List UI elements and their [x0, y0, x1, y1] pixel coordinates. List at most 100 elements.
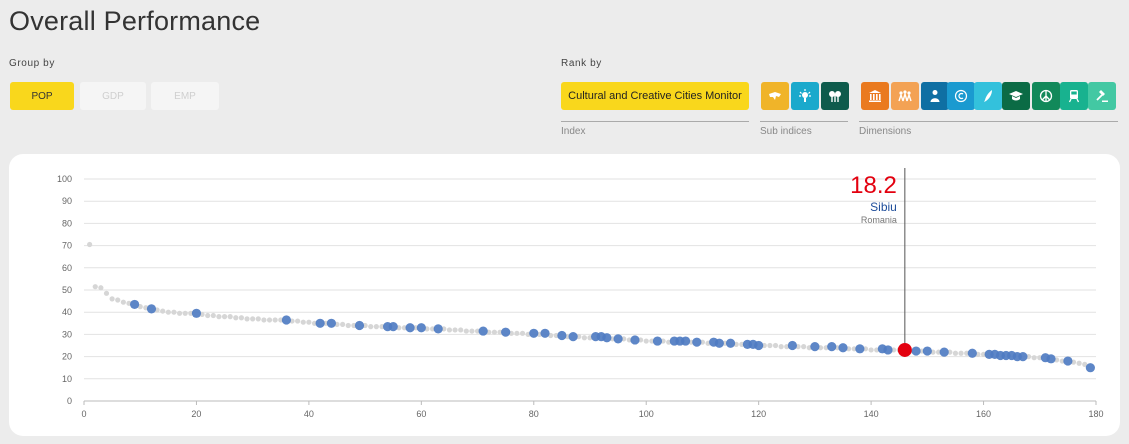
x-tick-label: 40 [304, 409, 314, 419]
background-point [373, 324, 379, 330]
y-tick-label: 20 [62, 352, 72, 362]
x-tick-label: 20 [191, 409, 201, 419]
data-point [568, 332, 578, 342]
background-point [519, 330, 526, 336]
dimension-openness-tolerance-button[interactable] [1032, 82, 1060, 110]
rank-by-label: Rank by [561, 58, 602, 69]
background-point [514, 330, 520, 336]
x-tick-label: 180 [1088, 409, 1103, 419]
y-tick-label: 30 [62, 329, 72, 339]
dimension-creative-jobs-button[interactable] [921, 82, 949, 110]
chart-card: 0 10 20 30 40 50 60 70 80 90 100 0 20 40 60 80 100 120 140… [9, 154, 1120, 436]
background-point [767, 342, 773, 349]
data-point [1085, 363, 1095, 373]
sub-index-cultural-vibrancy-button[interactable] [761, 82, 789, 110]
y-tick-label: 60 [62, 263, 72, 273]
y-tick-label: 0 [67, 396, 72, 406]
data-point [939, 347, 949, 357]
group-emp-button[interactable]: EMP [151, 82, 219, 110]
data-point [405, 323, 415, 333]
sub-indices-label: Sub indices [760, 126, 812, 137]
highlight-point [897, 342, 912, 357]
background-point [581, 335, 587, 341]
background-point [250, 316, 256, 322]
dimensions-label: Dimensions [859, 126, 912, 137]
data-point [529, 328, 539, 338]
index-ccc-monitor-button[interactable]: Cultural and Creative Cities Monitor [561, 82, 749, 110]
background-point [261, 317, 267, 323]
dimension-connectivity-button[interactable] [1060, 82, 1088, 110]
data-point [754, 340, 764, 351]
background-point [160, 308, 166, 314]
background-point [255, 316, 261, 322]
background-point [182, 310, 188, 316]
cultural-vibrancy-icon [769, 92, 781, 100]
cultural-venues-icon [869, 90, 881, 102]
dimension-governance-button[interactable] [1088, 82, 1116, 110]
dimension-intellectual-property-button[interactable] [947, 82, 975, 110]
background-point [458, 327, 464, 333]
data-point [191, 308, 202, 318]
data-point [810, 342, 820, 352]
cultural-participation-icon [898, 90, 912, 102]
data-point [315, 318, 325, 328]
background-point [491, 329, 498, 335]
background-point [210, 312, 216, 319]
background-point [238, 315, 245, 321]
background-point [452, 327, 458, 333]
y-tick-label: 40 [62, 307, 72, 317]
data-point [725, 338, 736, 348]
index-rule [561, 121, 749, 122]
data-point [911, 346, 921, 356]
creative-economy-icon [799, 89, 811, 102]
data-point [1018, 352, 1028, 362]
background-point [868, 347, 874, 353]
background-point [446, 327, 453, 333]
dimension-human-capital-button[interactable] [1002, 82, 1030, 110]
data-point [1046, 354, 1056, 364]
openness-tolerance-icon [1039, 89, 1053, 103]
data-point [326, 318, 336, 328]
data-point [827, 342, 837, 352]
background-point [98, 285, 104, 291]
background-point [165, 309, 171, 315]
data-point [787, 340, 798, 351]
background-point [772, 342, 779, 349]
highlight-country: Romania [860, 215, 897, 225]
highlight-score: 18.2 [850, 172, 897, 199]
data-point [388, 322, 398, 332]
data-point [501, 327, 511, 337]
x-tick-label: 0 [81, 409, 86, 419]
dimension-cultural-participation-button[interactable] [891, 82, 919, 110]
data-point [714, 338, 724, 348]
data-point [478, 326, 488, 336]
background-point [266, 317, 273, 323]
background-point [643, 338, 649, 344]
background-point [120, 299, 126, 305]
y-tick-label: 100 [57, 174, 72, 184]
dimension-new-jobs-button[interactable] [974, 82, 1002, 110]
background-point [216, 314, 222, 320]
data-point [838, 343, 848, 353]
background-point [103, 290, 110, 296]
data-point [130, 299, 140, 310]
x-tick-label: 160 [976, 409, 991, 419]
background-point [958, 350, 964, 356]
y-tick-label: 10 [62, 374, 72, 384]
data-point [855, 344, 865, 354]
data-point [540, 328, 550, 338]
data-point [692, 337, 702, 347]
dimension-cultural-venues-button[interactable] [861, 82, 889, 110]
group-gdp-button[interactable]: GDP [80, 82, 146, 110]
human-capital-icon [1009, 91, 1023, 101]
background-point [300, 319, 306, 325]
background-point [1031, 355, 1037, 361]
data-point [354, 320, 365, 331]
data-point [922, 346, 932, 356]
group-pop-button[interactable]: POP [10, 82, 74, 110]
intellectual-property-icon [954, 89, 968, 103]
data-point [281, 315, 291, 325]
background-point [368, 324, 374, 330]
sub-index-enabling-environment-button[interactable] [821, 82, 849, 110]
sub-index-creative-economy-button[interactable] [791, 82, 819, 110]
